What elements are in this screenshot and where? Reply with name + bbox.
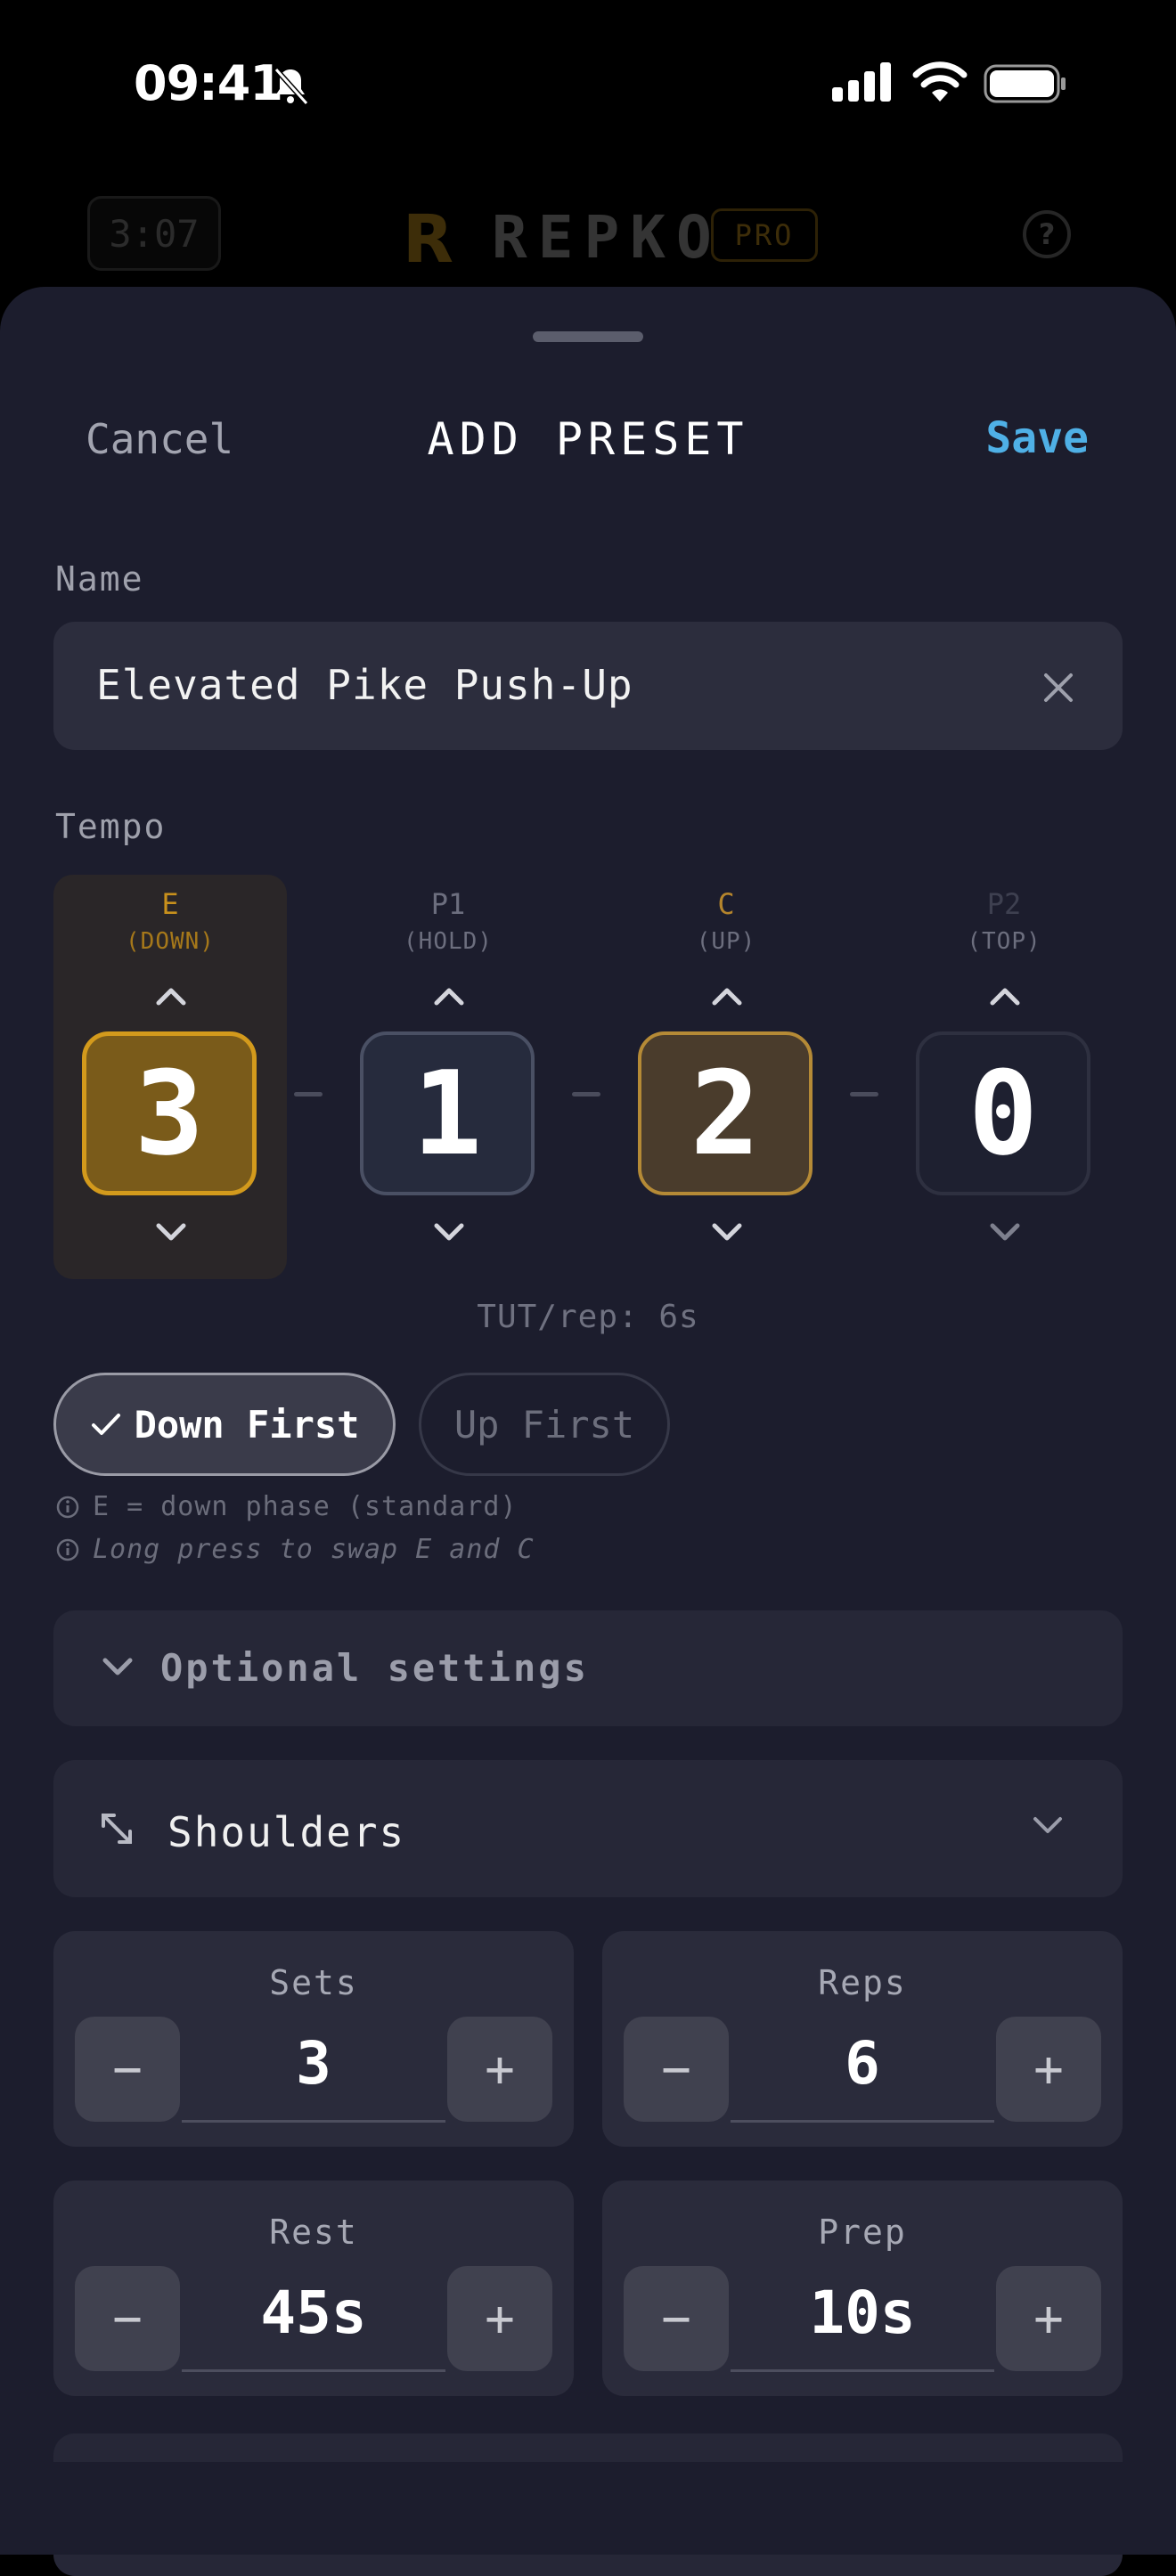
tempo-phase-key: P1: [430, 887, 466, 921]
tempo-phase-e: E (DOWN) 3: [53, 875, 287, 1279]
rest-decrement-button[interactable]: −: [75, 2266, 180, 2371]
tempo-value-box[interactable]: 1: [360, 1031, 535, 1195]
app-logo: R: [403, 201, 453, 278]
cellular-signal-icon: [832, 62, 891, 102]
chevron-down-icon[interactable]: [987, 1220, 1023, 1245]
tempo-phase-key: E: [161, 887, 179, 921]
prep-stepper: Prep − 10s +: [602, 2181, 1123, 2396]
down-first-label: Down First: [134, 1402, 360, 1447]
tempo-phase-sub: (HOLD): [404, 928, 493, 955]
reps-label: Reps: [818, 1963, 907, 2002]
prep-label: Prep: [818, 2213, 907, 2252]
rest-underline: [182, 2369, 445, 2372]
rest-increment-button[interactable]: +: [447, 2266, 552, 2371]
sets-label: Sets: [269, 1963, 358, 2002]
info-row: Long press to swap E and C: [55, 1534, 535, 1565]
info-text: E = down phase (standard): [93, 1491, 518, 1522]
help-icon: ?: [1023, 210, 1071, 258]
info-row: E = down phase (standard): [55, 1491, 518, 1522]
tempo-label: Tempo: [55, 807, 167, 846]
reps-stepper: Reps − 6 +: [602, 1931, 1123, 2147]
reps-increment-button[interactable]: +: [996, 2017, 1101, 2122]
chevron-up-icon[interactable]: [431, 983, 467, 1008]
tempo-phase-p1: P1 (HOLD) 1: [331, 875, 565, 1279]
name-input-value[interactable]: Elevated Pike Push-Up: [96, 661, 633, 709]
chevron-down-icon[interactable]: [431, 1220, 467, 1245]
sets-decrement-button[interactable]: −: [75, 2017, 180, 2122]
chevron-down-icon[interactable]: [153, 1220, 189, 1245]
sets-underline: [182, 2120, 445, 2123]
tempo-phase-c: C (UP) 2: [609, 875, 843, 1279]
prep-decrement-button[interactable]: −: [624, 2266, 729, 2371]
tempo-phase-sub: (TOP): [967, 928, 1041, 955]
tempo-phase-key: P2: [986, 887, 1022, 921]
sheet-grabber[interactable]: [533, 331, 643, 342]
rest-value[interactable]: 45s: [182, 2278, 445, 2347]
tut-per-rep: TUT/rep: 6s: [477, 1299, 699, 1335]
down-first-toggle[interactable]: Down First: [53, 1373, 396, 1476]
prep-underline: [731, 2369, 994, 2372]
optional-settings-label: Optional settings: [160, 1646, 589, 1690]
battery-icon: [984, 64, 1066, 103]
tempo-value-box[interactable]: 2: [638, 1031, 813, 1195]
prep-value[interactable]: 10s: [731, 2278, 994, 2347]
bottom-fade: [0, 2462, 1176, 2555]
tempo-phase-p2: P2 (TOP) 0: [887, 875, 1121, 1279]
arrows-diagonal-icon: [102, 1814, 132, 1844]
wifi-icon: [912, 61, 968, 102]
name-label: Name: [55, 559, 144, 599]
up-first-toggle[interactable]: Up First: [419, 1373, 670, 1476]
tempo-phase-key: C: [717, 887, 735, 921]
info-icon: [56, 1538, 79, 1561]
up-first-label: Up First: [453, 1402, 635, 1447]
sets-value[interactable]: 3: [182, 2029, 445, 2098]
chevron-down-icon: [1033, 1817, 1062, 1833]
muscle-group-value: Shoulders: [167, 1808, 406, 1856]
sets-stepper: Sets − 3 +: [53, 1931, 574, 2147]
sets-increment-button[interactable]: +: [447, 2017, 552, 2122]
tempo-separator: [850, 1092, 878, 1096]
save-button[interactable]: Save: [985, 413, 1089, 463]
chevron-down-icon: [102, 1658, 133, 1675]
info-text: Long press to swap E and C: [93, 1534, 535, 1565]
tempo-value-box[interactable]: 3: [82, 1031, 257, 1195]
info-icon: [56, 1496, 79, 1518]
tempo-phase-sub: (DOWN): [126, 928, 215, 955]
close-icon[interactable]: [1039, 668, 1078, 707]
checkmark-icon: [91, 1414, 120, 1435]
prep-increment-button[interactable]: +: [996, 2266, 1101, 2371]
chevron-up-icon[interactable]: [987, 983, 1023, 1008]
pro-badge: PRO: [711, 208, 818, 262]
reps-decrement-button[interactable]: −: [624, 2017, 729, 2122]
reps-value[interactable]: 6: [731, 2029, 994, 2098]
tempo-separator: [294, 1092, 323, 1096]
chevron-up-icon[interactable]: [153, 983, 189, 1008]
chevron-down-icon[interactable]: [709, 1220, 745, 1245]
status-time: 09:41: [134, 55, 283, 111]
workout-timer: 3:07: [87, 196, 221, 271]
bell-slash-icon: [274, 67, 309, 105]
reps-underline: [731, 2120, 994, 2123]
rest-stepper: Rest − 45s +: [53, 2181, 574, 2396]
tempo-separator: [572, 1092, 600, 1096]
rest-label: Rest: [269, 2213, 358, 2252]
tempo-value-box[interactable]: 0: [916, 1031, 1090, 1195]
tempo-phase-sub: (UP): [696, 928, 756, 955]
chevron-up-icon[interactable]: [709, 983, 745, 1008]
app-brand: REPKO: [492, 203, 723, 272]
